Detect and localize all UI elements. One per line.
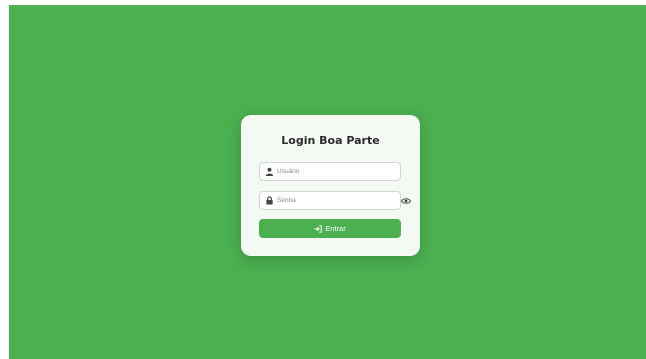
login-button-label: Entrar [325, 224, 346, 233]
password-field[interactable] [259, 191, 401, 210]
user-icon [265, 167, 274, 176]
login-card: Login Boa Parte Entrar [241, 115, 420, 256]
password-input[interactable] [277, 193, 395, 208]
eye-icon[interactable] [401, 197, 411, 205]
login-title: Login Boa Parte [281, 134, 380, 147]
login-button[interactable]: Entrar [259, 219, 401, 238]
username-field[interactable] [259, 162, 401, 181]
username-input[interactable] [277, 164, 395, 179]
page-background: Login Boa Parte Entrar [9, 5, 646, 359]
lock-icon [266, 196, 273, 205]
sign-in-icon [314, 224, 322, 233]
